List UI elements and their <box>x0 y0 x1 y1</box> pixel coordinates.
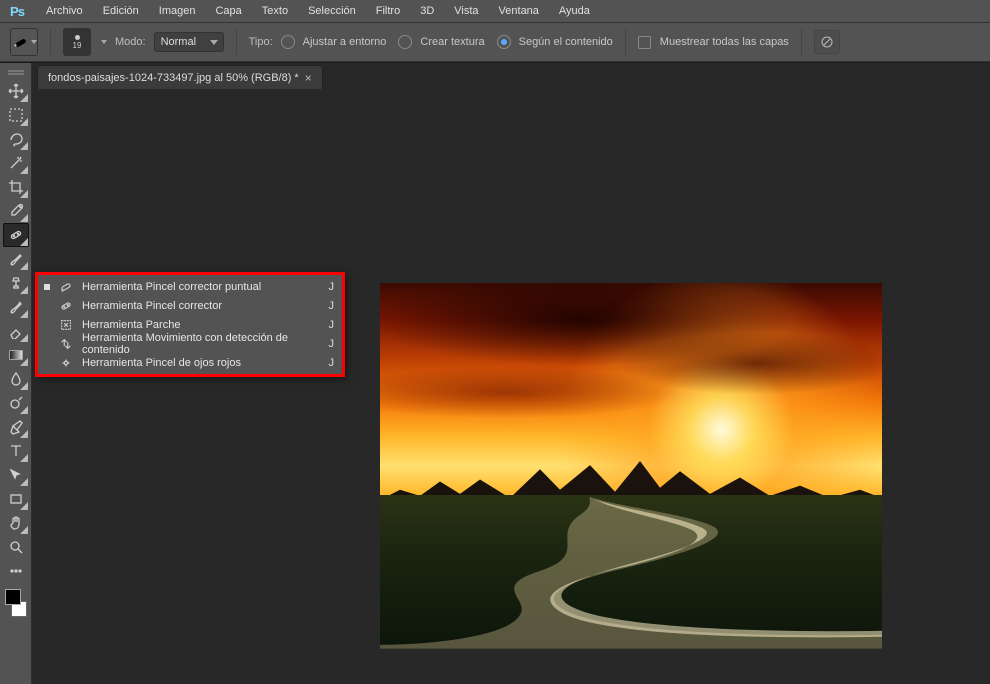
type-radio-1[interactable]: Crear textura <box>398 35 484 49</box>
spot-healing-tool[interactable] <box>3 223 29 247</box>
app-root: Ps ArchivoEdiciónImagenCapaTextoSelecció… <box>0 0 990 684</box>
eraser-tool[interactable] <box>3 319 29 343</box>
flyout-item-0[interactable]: Herramienta Pincel corrector puntual J <box>38 277 342 296</box>
menu-imagen[interactable]: Imagen <box>149 2 206 20</box>
type-label: Tipo: <box>249 36 273 48</box>
bandage-icon <box>58 298 74 314</box>
document-image <box>380 283 882 649</box>
flyout-item-4[interactable]: Herramienta Pincel de ojos rojos J <box>38 353 342 372</box>
foreground-swatch[interactable] <box>5 589 21 605</box>
close-icon[interactable]: × <box>305 71 312 85</box>
flyout-item-3[interactable]: Herramienta Movimiento con detección de … <box>38 334 342 353</box>
flyout-shortcut: J <box>322 319 334 331</box>
eyedropper-tool[interactable] <box>3 199 29 223</box>
move-tool[interactable] <box>3 79 29 103</box>
blur-tool[interactable] <box>3 367 29 391</box>
magic-wand-tool[interactable] <box>3 151 29 175</box>
radio-label: Crear textura <box>420 36 484 48</box>
active-tool-preview[interactable] <box>10 28 38 56</box>
mode-label: Modo: <box>115 36 146 48</box>
menu-vista[interactable]: Vista <box>444 2 488 20</box>
type-radio-2[interactable]: Según el contenido <box>497 35 613 49</box>
menu-ayuda[interactable]: Ayuda <box>549 2 600 20</box>
brush-dropdown-arrow[interactable] <box>101 40 107 44</box>
radio-label: Según el contenido <box>519 36 613 48</box>
brush-tool[interactable] <box>3 247 29 271</box>
canvas-host[interactable]: Herramienta Pincel corrector puntualJHer… <box>32 89 990 684</box>
type-radio-0[interactable]: Ajustar a entorno <box>281 35 387 49</box>
flyout-label: Herramienta Movimiento con detección de … <box>82 332 314 356</box>
flyout-shortcut: J <box>322 300 334 312</box>
path-select-tool[interactable] <box>3 463 29 487</box>
options-bar: 19 Modo: Normal Tipo: Ajustar a entorno C… <box>0 22 990 62</box>
pressure-toggle-icon[interactable] <box>814 30 840 54</box>
dodge-tool[interactable] <box>3 391 29 415</box>
workspace: fondos-paisajes-1024-733497.jpg al 50% (… <box>0 62 990 684</box>
menu-3d[interactable]: 3D <box>410 2 444 20</box>
menu-ventana[interactable]: Ventana <box>489 2 549 20</box>
redeye-icon <box>58 355 74 371</box>
flyout-label: Herramienta Pincel corrector puntual <box>82 281 314 293</box>
active-dot-icon <box>44 284 50 290</box>
menu-selección[interactable]: Selección <box>298 2 366 20</box>
radio-label: Ajustar a entorno <box>303 36 387 48</box>
sample-all-checkbox[interactable] <box>638 36 651 49</box>
tools-panel-grip[interactable] <box>3 67 29 75</box>
radio-indicator[interactable] <box>398 35 412 49</box>
menu-archivo[interactable]: Archivo <box>36 2 93 20</box>
menu-capa[interactable]: Capa <box>205 2 251 20</box>
menubar: Ps ArchivoEdiciónImagenCapaTextoSelecció… <box>0 0 990 22</box>
brush-preset-picker[interactable]: 19 <box>63 28 91 56</box>
document-tab-title: fondos-paisajes-1024-733497.jpg al 50% (… <box>48 72 299 84</box>
radio-indicator[interactable] <box>497 35 511 49</box>
move-arrows-icon <box>58 336 74 352</box>
sample-all-label: Muestrear todas las capas <box>660 36 789 48</box>
brush-size-value: 19 <box>73 41 82 50</box>
menu-edición[interactable]: Edición <box>93 2 149 20</box>
hand-tool[interactable] <box>3 511 29 535</box>
menu-texto[interactable]: Texto <box>252 2 298 20</box>
flyout-label: Herramienta Pincel corrector <box>82 300 314 312</box>
pen-tool[interactable] <box>3 415 29 439</box>
flyout-shortcut: J <box>322 357 334 369</box>
canvas-area: fondos-paisajes-1024-733497.jpg al 50% (… <box>32 63 990 684</box>
tools-panel <box>0 63 32 684</box>
mode-select[interactable]: Normal <box>154 32 224 52</box>
bandage-dot-icon <box>58 279 74 295</box>
type-tool[interactable] <box>3 439 29 463</box>
flyout-label: Herramienta Parche <box>82 319 314 331</box>
crop-tool[interactable] <box>3 175 29 199</box>
edit-toolbar[interactable] <box>3 559 29 583</box>
ps-logo: Ps <box>6 2 28 20</box>
radio-indicator[interactable] <box>281 35 295 49</box>
clone-stamp-tool[interactable] <box>3 271 29 295</box>
marquee-tool[interactable] <box>3 103 29 127</box>
sample-all-layers[interactable]: Muestrear todas las capas <box>638 36 789 49</box>
flyout-shortcut: J <box>322 338 334 350</box>
rectangle-tool[interactable] <box>3 487 29 511</box>
gradient-tool[interactable] <box>3 343 29 367</box>
mode-value: Normal <box>161 36 196 48</box>
flyout-shortcut: J <box>322 281 334 293</box>
flyout-item-1[interactable]: Herramienta Pincel corrector J <box>38 296 342 315</box>
healing-tool-flyout: Herramienta Pincel corrector puntualJHer… <box>35 272 345 377</box>
document-tabs: fondos-paisajes-1024-733497.jpg al 50% (… <box>32 63 990 89</box>
color-swatches[interactable] <box>3 589 29 617</box>
zoom-tool[interactable] <box>3 535 29 559</box>
history-brush-tool[interactable] <box>3 295 29 319</box>
document-tab[interactable]: fondos-paisajes-1024-733497.jpg al 50% (… <box>37 65 323 89</box>
menu-filtro[interactable]: Filtro <box>366 2 410 20</box>
patch-icon <box>58 317 74 333</box>
lasso-tool[interactable] <box>3 127 29 151</box>
flyout-label: Herramienta Pincel de ojos rojos <box>82 357 314 369</box>
